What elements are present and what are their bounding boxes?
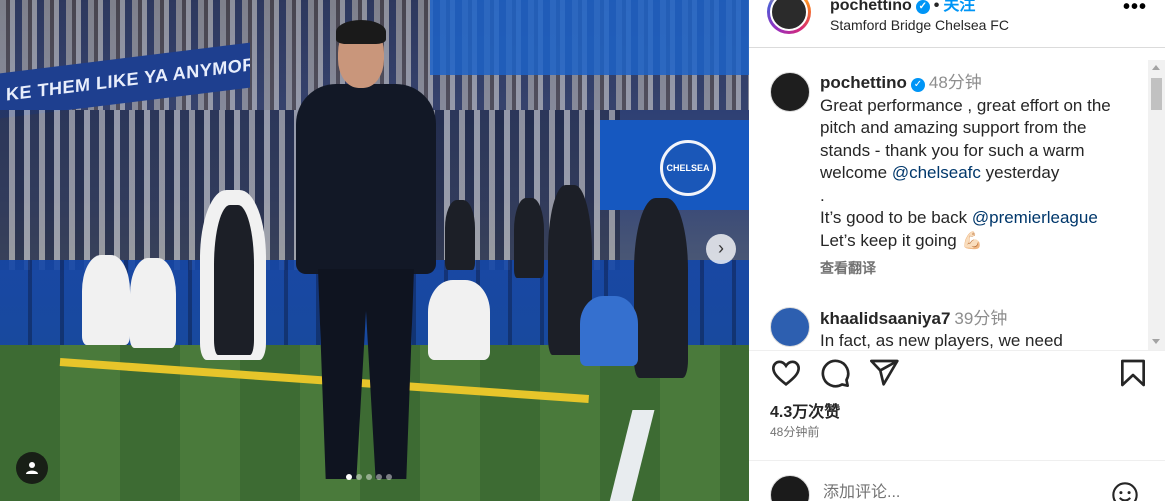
heart-icon[interactable] [770, 357, 802, 389]
comment-body: In fact, as new players, we need [820, 331, 1063, 350]
stand-roof [430, 0, 749, 75]
mention-link[interactable]: @premierleague [972, 208, 1098, 227]
mention-link[interactable]: @chelseafc [892, 163, 981, 182]
bookmark-icon[interactable] [1117, 357, 1149, 389]
club-crest: CHELSEA [660, 140, 716, 196]
staff-figure [214, 205, 254, 355]
post-image[interactable]: KE THEM LIKE YA ANYMORE CHELSEA › [0, 0, 749, 501]
current-user-avatar [770, 475, 810, 501]
chevron-right-icon: › [718, 238, 724, 258]
action-bar [749, 350, 1165, 396]
caption-username[interactable]: pochettino [820, 73, 907, 92]
post-header: pochettino ✓ • 关注 Stamford Bridge Chelsea F… [749, 0, 1165, 48]
staff-figure [514, 198, 544, 278]
commenter-avatar[interactable] [770, 307, 810, 347]
caption-text: pochettino ✓ 48分钟 Great performance , grea… [820, 72, 1140, 252]
comments-list: pochettino ✓ 48分钟 Great performance , grea… [749, 60, 1165, 350]
caption-body: yesterday [980, 163, 1060, 182]
verified-badge-icon: ✓ [915, 0, 930, 14]
caption-body: It’s good to be back [820, 208, 972, 227]
carousel-dot [366, 474, 372, 480]
caption-body: . [820, 185, 825, 205]
flexed-arm-emoji: 💪🏻 [961, 230, 983, 250]
likes-count[interactable]: 4.3万次赞 [770, 398, 840, 422]
caption-author-avatar[interactable] [770, 72, 810, 112]
scroll-down-icon[interactable] [1152, 339, 1160, 344]
post-timestamp: 48分钟前 [770, 425, 820, 439]
verified-badge-icon: ✓ [910, 78, 925, 92]
next-slide-button[interactable]: › [706, 234, 736, 264]
follow-button[interactable]: 关注 [943, 0, 975, 14]
carousel-dots [346, 474, 392, 480]
add-comment-input[interactable] [823, 481, 1103, 501]
comment-text: khaalidsaaniya7 39分钟 In fact, as new play… [820, 308, 1140, 350]
user-icon [26, 462, 38, 474]
staff-figure [130, 258, 176, 348]
author-username[interactable]: pochettino [830, 0, 912, 14]
manager-figure [296, 20, 436, 484]
scroll-up-icon[interactable] [1152, 65, 1160, 70]
carousel-dot [386, 474, 392, 480]
staff-figure [634, 198, 688, 378]
scroll-thumb[interactable] [1151, 78, 1162, 110]
comment-time: 39分钟 [954, 309, 1008, 328]
comments-scrollbar[interactable] [1148, 60, 1165, 350]
carousel-dot [376, 474, 382, 480]
carousel-dot [356, 474, 362, 480]
comment-icon[interactable] [819, 357, 851, 389]
staff-figure [428, 280, 490, 360]
caption-time: 48分钟 [928, 73, 982, 92]
see-translation-button[interactable]: 查看翻译 [820, 258, 876, 278]
post-panel: pochettino ✓ • 关注 Stamford Bridge Chelsea F… [749, 0, 1165, 501]
location-link[interactable]: Stamford Bridge Chelsea FC [830, 17, 1009, 33]
share-icon[interactable] [868, 357, 900, 389]
staff-figure [445, 200, 475, 270]
tagged-users-button[interactable] [16, 452, 48, 484]
emoji-icon[interactable] [1111, 481, 1139, 501]
carousel-dot [346, 474, 352, 480]
staff-figure [82, 255, 130, 345]
separator-dot: • [933, 0, 940, 14]
dugout-chair [580, 296, 638, 366]
commenter-username[interactable]: khaalidsaaniya7 [820, 309, 950, 328]
caption-body: Let’s keep it going [820, 230, 957, 250]
more-options-icon[interactable]: ••• [1123, 0, 1147, 19]
add-comment-bar [749, 460, 1165, 501]
author-avatar[interactable] [767, 0, 811, 34]
